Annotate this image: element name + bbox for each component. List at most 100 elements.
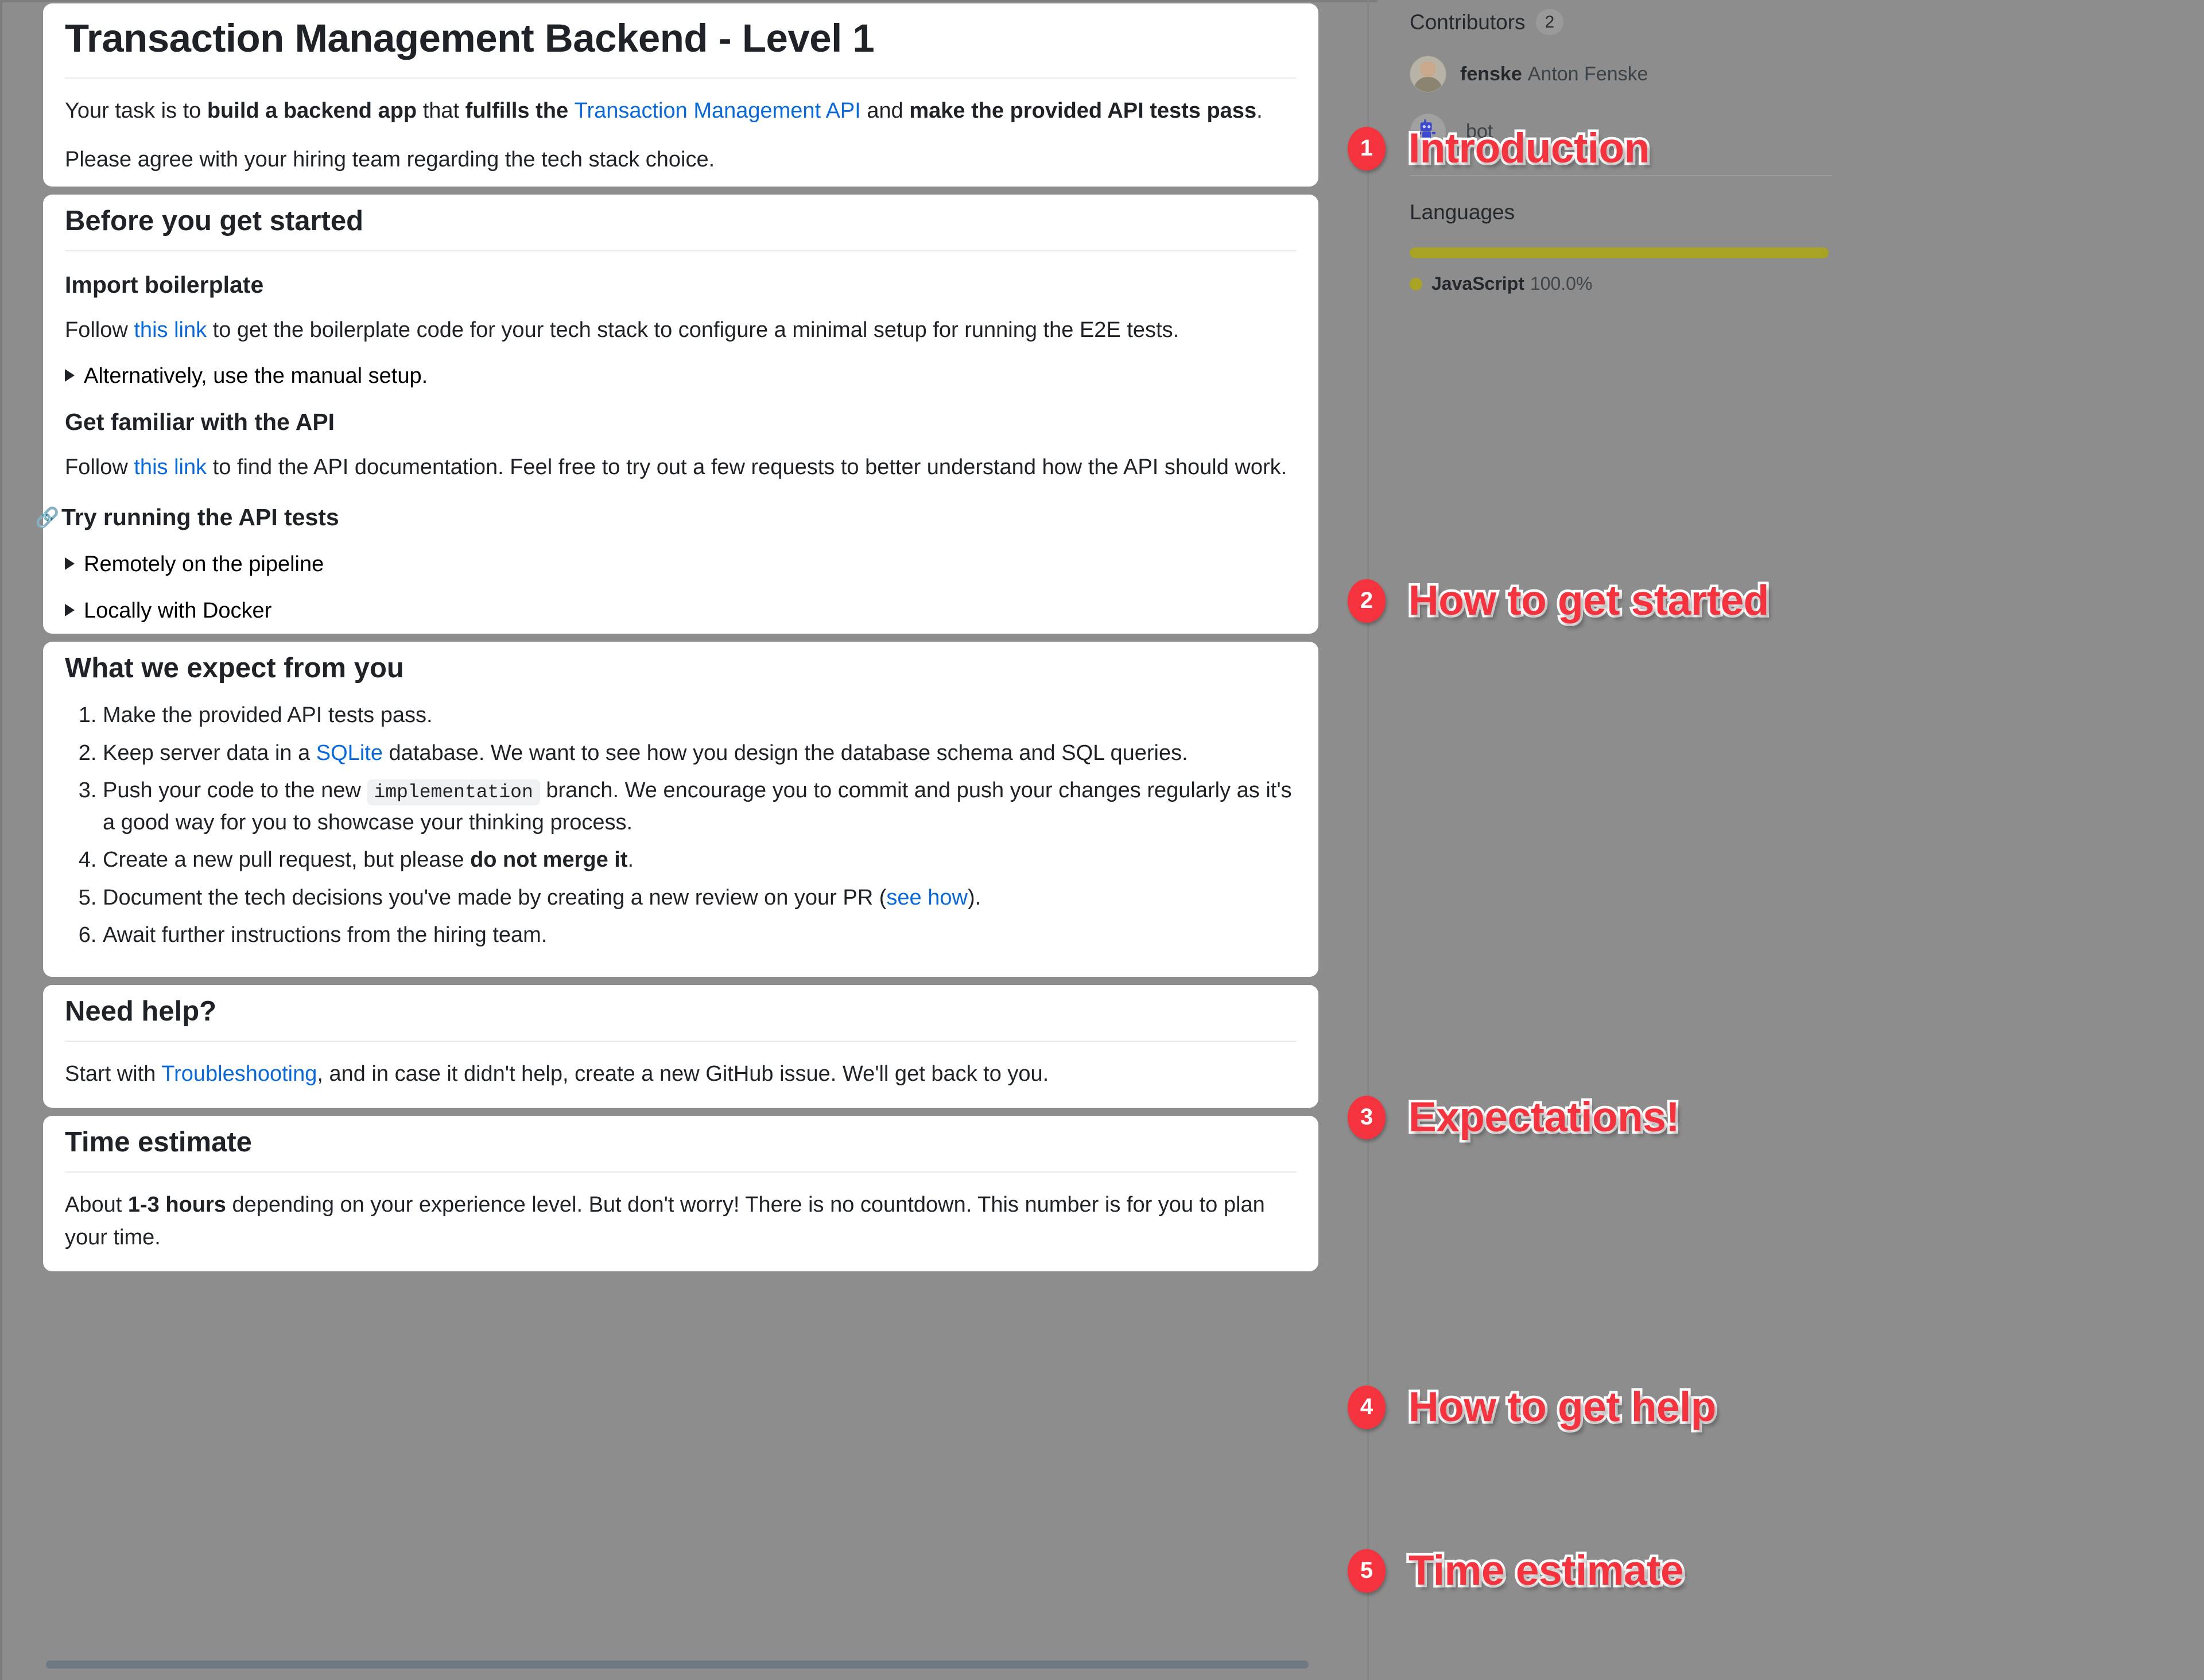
expect-item-1-text: Make the provided API tests pass. (103, 703, 433, 728)
contributor-row-fenske[interactable]: fenske Anton Fenske (1410, 56, 1846, 92)
get-familiar-paragraph: Follow this link to find the API documen… (65, 435, 1297, 484)
list-item: Push your code to the new implementation… (103, 775, 1297, 844)
expectations-list: Make the provided API tests pass. Keep s… (65, 685, 1297, 957)
list-item: Keep server data in a SQLite database. W… (103, 738, 1297, 775)
top-edge-border (0, 0, 1378, 2)
horizontal-scrollbar[interactable] (46, 1660, 1309, 1669)
section-title-need-help: Need help? (65, 985, 1297, 1042)
locally-docker-disclosure[interactable]: Locally with Docker (65, 577, 1297, 623)
avatar (1410, 56, 1446, 92)
before-you-get-started-card: Before you get started Import boilerplat… (35, 195, 1318, 634)
try-running-label: Try running the API tests (61, 504, 339, 531)
annotation-label: How to get started (1406, 575, 1772, 627)
expect-item-4-a: Create a new pull request, but please (103, 848, 471, 872)
languages-bar (1410, 247, 1829, 258)
boilerplate-text-b: to get the boilerplate code for your tec… (207, 318, 1179, 343)
annotation-label: Expectations! (1406, 1092, 1682, 1143)
annotation-label: How to get help (1406, 1382, 1719, 1433)
contributor-username: fenske (1460, 63, 1522, 85)
intro-card: Transaction Management Backend - Level 1… (43, 3, 1318, 187)
chevron-right-icon (65, 604, 75, 617)
contributor-names: fenske Anton Fenske (1460, 63, 1648, 86)
intro-bold-tests-pass: make the provided API tests pass (909, 99, 1257, 123)
boilerplate-text-a: Follow (65, 318, 134, 343)
expect-item-2-a: Keep server data in a (103, 740, 316, 765)
language-bar-segment-javascript[interactable] (1410, 247, 1829, 258)
annotation-badge: 1 (1348, 126, 1386, 170)
annotation-2: 2 How to get started (1348, 575, 1772, 627)
language-label: JavaScript 100.0% (1431, 273, 1592, 294)
language-name: JavaScript (1431, 273, 1524, 294)
section-title-before-started: Before you get started (65, 195, 1297, 251)
intro-paragraph-2: Please agree with your hiring team regar… (65, 148, 715, 172)
intro-text-c: that (417, 99, 465, 123)
subsection-get-familiar-api: Get familiar with the API (65, 409, 335, 436)
link-icon[interactable]: 🔗 (35, 507, 61, 529)
see-how-link[interactable]: see how (886, 886, 968, 910)
expect-item-5-a: Document the tech decisions you've made … (103, 885, 887, 910)
time-estimate-card: Time estimate About 1-3 hours depending … (43, 1115, 1318, 1271)
subsection-try-running-tests: 🔗Try running the API tests (35, 484, 1297, 530)
expect-item-3-a: Push your code to the new (103, 778, 367, 803)
transaction-management-api-link[interactable]: Transaction Management API (575, 99, 861, 123)
language-percent: 100.0% (1530, 273, 1593, 294)
intro-paragraph-1: Your task is to build a backend app that… (65, 79, 1297, 127)
manual-setup-label: Alternatively, use the manual setup. (84, 364, 428, 389)
language-color-dot (1410, 277, 1422, 290)
api-docs-this-link[interactable]: this link (134, 455, 207, 479)
sqlite-link[interactable]: SQLite (316, 741, 383, 765)
boilerplate-this-link[interactable]: this link (134, 318, 207, 342)
implementation-branch-code: implementation (367, 779, 540, 806)
time-text-a: About (65, 1192, 128, 1217)
locally-docker-label: Locally with Docker (84, 599, 272, 623)
annotation-3: 3 Expectations! (1348, 1092, 1682, 1143)
annotation-5: 5 Time estimate (1348, 1545, 1686, 1597)
list-item: Create a new pull request, but please do… (103, 844, 1297, 882)
contributors-label: Contributors (1410, 10, 1526, 34)
languages-heading: Languages (1410, 200, 1515, 224)
list-item: Make the provided API tests pass. (103, 700, 1297, 737)
annotation-badge: 3 (1348, 1095, 1386, 1139)
import-boilerplate-paragraph: Follow this link to get the boilerplate … (65, 298, 1297, 347)
section-title-time-estimate: Time estimate (65, 1116, 1297, 1173)
language-item-javascript[interactable]: JavaScript 100.0% (1410, 273, 1846, 294)
chevron-right-icon (65, 369, 75, 382)
expect-item-2-b: database. We want to see how you design … (382, 740, 1188, 765)
time-hours-bold: 1-3 hours (127, 1192, 226, 1217)
time-text-b: depending on your experience level. But … (65, 1192, 1265, 1250)
help-text-b: , and in case it didn't help, create a n… (317, 1061, 1049, 1086)
contributors-heading: Contributors 2 (1410, 9, 1846, 35)
page-title: Transaction Management Backend - Level 1 (65, 3, 1297, 79)
annotation-badge: 5 (1348, 1549, 1386, 1593)
annotation-1: 1 Introduction (1348, 123, 1652, 174)
time-estimate-paragraph: About 1-3 hours depending on your experi… (65, 1173, 1297, 1254)
contributor-fullname: Anton Fenske (1527, 63, 1648, 85)
troubleshooting-link[interactable]: Troubleshooting (161, 1062, 317, 1086)
remotely-pipeline-label: Remotely on the pipeline (84, 552, 324, 577)
expect-item-6-text: Await further instructions from the hiri… (103, 923, 548, 948)
intro-text-g: . (1256, 99, 1263, 123)
intro-text-e: and (860, 99, 910, 123)
intro-bold-backend: build a backend app (207, 99, 417, 123)
expectations-card: What we expect from you Make the provide… (43, 642, 1318, 977)
help-text-a: Start with (65, 1061, 162, 1086)
readme-column: Transaction Management Backend - Level 1… (35, 3, 1318, 1279)
sidebar-divider (1410, 175, 1832, 176)
annotation-label: Time estimate (1406, 1545, 1686, 1597)
expect-item-4-b: . (627, 848, 634, 872)
manual-setup-disclosure[interactable]: Alternatively, use the manual setup. (65, 347, 1297, 389)
familiar-text-b: to find the API documentation. Feel free… (207, 455, 1287, 480)
need-help-paragraph: Start with Troubleshooting, and in case … (65, 1042, 1297, 1091)
annotation-4: 4 How to get help (1348, 1382, 1719, 1433)
annotation-badge: 4 (1348, 1385, 1386, 1429)
left-edge-border (0, 0, 2, 1680)
contributors-count-badge: 2 (1535, 9, 1564, 35)
remotely-pipeline-disclosure[interactable]: Remotely on the pipeline (65, 530, 1297, 577)
page-root: Transaction Management Backend - Level 1… (0, 0, 2204, 1680)
list-item: Document the tech decisions you've made … (103, 882, 1297, 919)
chevron-right-icon (65, 557, 75, 571)
annotation-badge: 2 (1348, 579, 1386, 623)
section-title-expectations: What we expect from you (65, 653, 404, 684)
need-help-card: Need help? Start with Troubleshooting, a… (43, 984, 1318, 1108)
familiar-text-a: Follow (65, 455, 134, 480)
